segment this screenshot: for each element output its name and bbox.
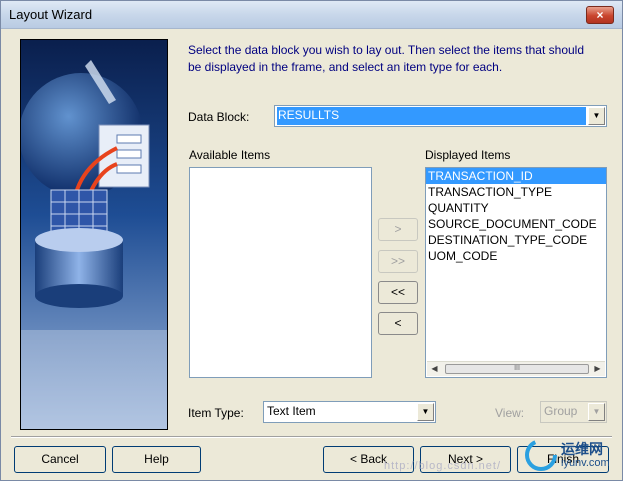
watermark-text: http://blog.csdn.net/ bbox=[384, 460, 502, 472]
list-item[interactable]: SOURCE_DOCUMENT_CODE bbox=[426, 216, 606, 232]
data-block-label: Data Block: bbox=[188, 110, 250, 124]
item-type-value: Text Item bbox=[267, 404, 316, 418]
remove-all-items-button[interactable]: << bbox=[378, 281, 418, 304]
view-label: View: bbox=[495, 406, 525, 420]
wizard-body: Select the data block you wish to lay ou… bbox=[1, 30, 622, 480]
view-value: Group bbox=[544, 404, 578, 418]
chevron-down-icon[interactable]: ▼ bbox=[417, 403, 434, 421]
horizontal-scrollbar[interactable]: ◀ III ▶ bbox=[427, 361, 605, 376]
data-block-select[interactable]: RESULLTS ▼ bbox=[274, 105, 607, 127]
logo-swirl-icon bbox=[525, 439, 557, 471]
view-select[interactable]: Group ▼ bbox=[540, 401, 607, 423]
scroll-right-icon[interactable]: ▶ bbox=[590, 362, 605, 376]
chevron-down-icon[interactable]: ▼ bbox=[588, 107, 605, 125]
scroll-left-icon[interactable]: ◀ bbox=[427, 362, 442, 376]
list-item[interactable]: DESTINATION_TYPE_CODE bbox=[426, 232, 606, 248]
scroll-thumb[interactable]: III bbox=[445, 364, 589, 374]
close-button[interactable]: × bbox=[586, 6, 614, 24]
data-block-value: RESULLTS bbox=[277, 107, 586, 125]
add-item-button[interactable]: > bbox=[378, 218, 418, 241]
logo-main-text: 运维网 bbox=[561, 441, 603, 457]
instructions-text: Select the data block you wish to lay ou… bbox=[188, 43, 585, 74]
available-items-list[interactable] bbox=[189, 167, 372, 378]
list-item[interactable]: TRANSACTION_ID bbox=[426, 168, 606, 184]
site-logo: 运维网 iyunv.com bbox=[521, 431, 621, 479]
window-title: Layout Wizard bbox=[9, 7, 93, 22]
chevron-down-icon[interactable]: ▼ bbox=[588, 403, 605, 421]
displayed-items-label: Displayed Items bbox=[425, 148, 511, 162]
title-bar[interactable]: Layout Wizard × bbox=[1, 1, 622, 29]
help-button[interactable]: Help bbox=[112, 446, 201, 473]
remove-item-button[interactable]: < bbox=[378, 312, 418, 335]
database-layout-illustration bbox=[21, 40, 167, 429]
displayed-items-list[interactable]: TRANSACTION_ID TRANSACTION_TYPE QUANTITY… bbox=[425, 167, 607, 378]
list-item[interactable]: TRANSACTION_TYPE bbox=[426, 184, 606, 200]
logo-sub-text: iyunv.com bbox=[561, 457, 610, 469]
list-item[interactable]: UOM_CODE bbox=[426, 248, 606, 264]
wizard-illustration bbox=[20, 39, 168, 430]
available-items-label: Available Items bbox=[189, 148, 271, 162]
item-type-label: Item Type: bbox=[188, 406, 244, 420]
add-all-items-button[interactable]: >> bbox=[378, 250, 418, 273]
cancel-button[interactable]: Cancel bbox=[14, 446, 106, 473]
list-item[interactable]: QUANTITY bbox=[426, 200, 606, 216]
item-type-select[interactable]: Text Item ▼ bbox=[263, 401, 436, 423]
layout-wizard-window: Layout Wizard × Select the data block yo… bbox=[0, 0, 623, 481]
